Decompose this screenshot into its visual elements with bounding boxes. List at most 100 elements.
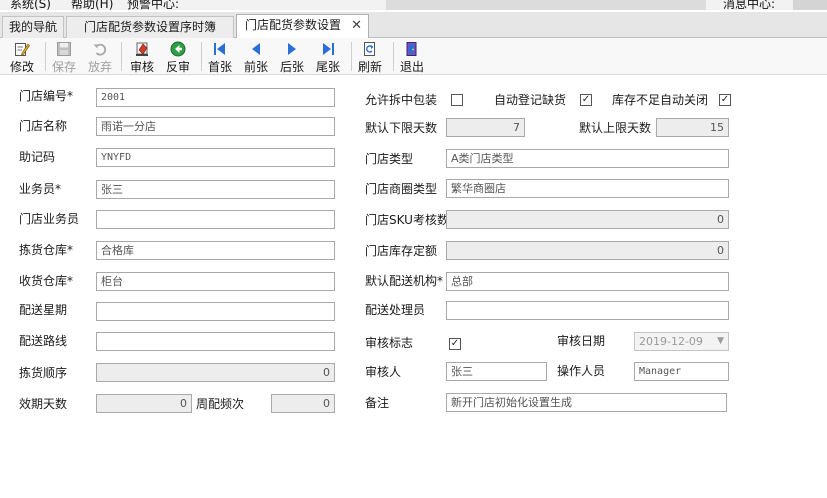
back-circle-icon (170, 41, 186, 57)
prev-record-button[interactable]: 前张 (236, 40, 276, 74)
delivery-handler-label: 配送处理员 (365, 303, 426, 317)
store-type-field[interactable]: A类门店类型 (446, 149, 729, 168)
next-record-button[interactable]: 后张 (272, 40, 312, 74)
first-record-button[interactable]: 首张 (200, 40, 240, 74)
approve-button[interactable]: 审核 (122, 40, 162, 74)
save-label: 保存 (51, 60, 76, 74)
menu-alert-center[interactable]: 预警中心: (127, 0, 179, 10)
exit-button[interactable]: 退出 (392, 40, 432, 74)
delivery-week-field[interactable] (96, 302, 335, 321)
delivery-route-label: 配送路线 (19, 334, 68, 348)
menu-system[interactable]: 系统(S) (10, 0, 51, 10)
menu-scroll-area (793, 0, 827, 10)
store-name-field[interactable]: 雨诺一分店 (96, 117, 335, 136)
unapprove-label: 反审 (165, 60, 190, 74)
operator-field[interactable]: Manager (634, 362, 729, 381)
edit-label: 修改 (9, 60, 34, 74)
min-days-label: 默认下限天数 (365, 121, 438, 135)
discard-button[interactable]: 放弃 (80, 40, 120, 74)
tab-label: 我的导航 (8, 20, 57, 34)
picking-warehouse-label: 拣货仓库* (19, 243, 74, 257)
picking-order-label: 拣货顺序 (19, 366, 68, 380)
weekly-frequency-label: 周配频次 (196, 397, 245, 411)
edit-icon (15, 43, 30, 56)
stock-quota-label: 门店库存定额 (365, 244, 438, 258)
default-delivery-org-label: 默认配送机构* (365, 274, 444, 288)
stock-quota-field[interactable]: 0 (446, 241, 729, 260)
salesman-label: 业务员* (19, 182, 62, 196)
approved-date-picker[interactable]: 2019-12-09 ▼ (634, 332, 729, 351)
business-district-type-label: 门店商圈类型 (365, 182, 438, 196)
approved-date-value: 2019-12-09 (639, 335, 703, 348)
approver-field[interactable]: 张三 (446, 362, 547, 381)
valid-days-label: 效期天数 (19, 397, 68, 411)
refresh-label: 刷新 (357, 60, 382, 74)
close-icon[interactable]: ✕ (351, 16, 362, 36)
valid-days-field[interactable]: 0 (96, 394, 192, 413)
weekly-frequency-field[interactable]: 0 (271, 394, 335, 413)
menu-spacer (386, 0, 706, 10)
approved-flag-label: 审核标志 (365, 336, 414, 350)
auto-close-checkbox[interactable]: ✓ (719, 94, 731, 106)
auto-register-checkbox[interactable]: ✓ (580, 94, 592, 106)
delivery-handler-field[interactable] (446, 301, 729, 320)
approve-stamp-icon (136, 42, 148, 56)
edit-button[interactable]: 修改 (2, 40, 42, 74)
prev-record-label: 前张 (243, 60, 268, 74)
picking-order-field[interactable]: 0 (96, 363, 335, 382)
prev-record-icon (252, 43, 260, 55)
last-record-icon (323, 43, 334, 55)
next-record-label: 后张 (279, 60, 304, 74)
next-record-icon (288, 43, 296, 55)
default-delivery-org-field[interactable]: 总部 (446, 272, 729, 291)
menu-help[interactable]: 帮助(H) (71, 0, 113, 10)
max-days-label: 默认上限天数 (579, 121, 652, 135)
store-salesman-label: 门店业务员 (19, 212, 80, 226)
approver-label: 审核人 (365, 365, 402, 379)
last-record-label: 尾张 (315, 60, 340, 74)
delivery-week-label: 配送星期 (19, 303, 68, 317)
exit-door-icon (406, 42, 417, 56)
store-name-label: 门店名称 (19, 119, 68, 133)
dropdown-arrow-icon[interactable]: ▼ (717, 333, 724, 350)
sku-check-count-label: 门店SKU考核数 (365, 213, 449, 227)
store-salesman-field[interactable] (96, 210, 335, 229)
menu-message-center[interactable]: 消息中心: (723, 0, 775, 10)
tab-label: 门店配货参数设置序时簿 (83, 20, 216, 34)
save-icon (57, 42, 71, 56)
refresh-button[interactable]: 刷新 (350, 40, 390, 74)
approve-label: 审核 (129, 60, 154, 74)
allow-split-checkbox[interactable] (451, 94, 463, 106)
auto-register-label: 自动登记缺货 (494, 93, 567, 107)
receiving-warehouse-field[interactable]: 柜台 (96, 272, 335, 291)
unapprove-button[interactable]: 反审 (158, 40, 198, 74)
first-record-label: 首张 (207, 60, 232, 74)
tab-label: 门店配货参数设置 (245, 18, 342, 32)
tab-settings-journal[interactable]: 门店配货参数设置序时簿 (66, 16, 234, 38)
store-code-field[interactable]: 2001 (96, 88, 335, 107)
salesman-field[interactable]: 张三 (96, 180, 335, 199)
allow-split-label: 允许拆中包装 (365, 93, 438, 107)
store-type-label: 门店类型 (365, 152, 414, 166)
max-days-field[interactable]: 15 (656, 118, 729, 137)
operator-label: 操作人员 (557, 364, 606, 378)
picking-warehouse-field[interactable]: 合格库 (96, 241, 335, 260)
mnemonic-field[interactable]: YNYFD (96, 148, 335, 167)
save-button[interactable]: 保存 (44, 40, 84, 74)
store-code-label: 门店编号* (19, 89, 74, 103)
approved-flag-checkbox[interactable]: ✓ (449, 338, 461, 350)
mnemonic-label: 助记码 (19, 150, 56, 164)
toolbar: 修改 保存 放弃 审核 反审 首张 前张 后张 尾张 刷新 退出 (0, 38, 827, 75)
min-days-field[interactable]: 7 (446, 118, 525, 137)
undo-icon (93, 43, 107, 56)
tab-store-delivery-settings[interactable]: 门店配货参数设置 ✕ (236, 14, 369, 39)
auto-close-label: 库存不足自动关闭 (612, 93, 709, 107)
sku-check-count-field[interactable]: 0 (446, 210, 729, 229)
business-district-type-field[interactable]: 繁华商圈店 (446, 179, 729, 198)
last-record-button[interactable]: 尾张 (308, 40, 348, 74)
tab-my-navigation[interactable]: 我的导航 (2, 16, 64, 38)
remark-field[interactable]: 新开门店初始化设置生成 (446, 393, 727, 412)
delivery-route-field[interactable] (96, 332, 335, 351)
refresh-icon (364, 42, 375, 56)
menu-bar: 系统(S) 帮助(H) 预警中心: 消息中心: (0, 0, 827, 10)
